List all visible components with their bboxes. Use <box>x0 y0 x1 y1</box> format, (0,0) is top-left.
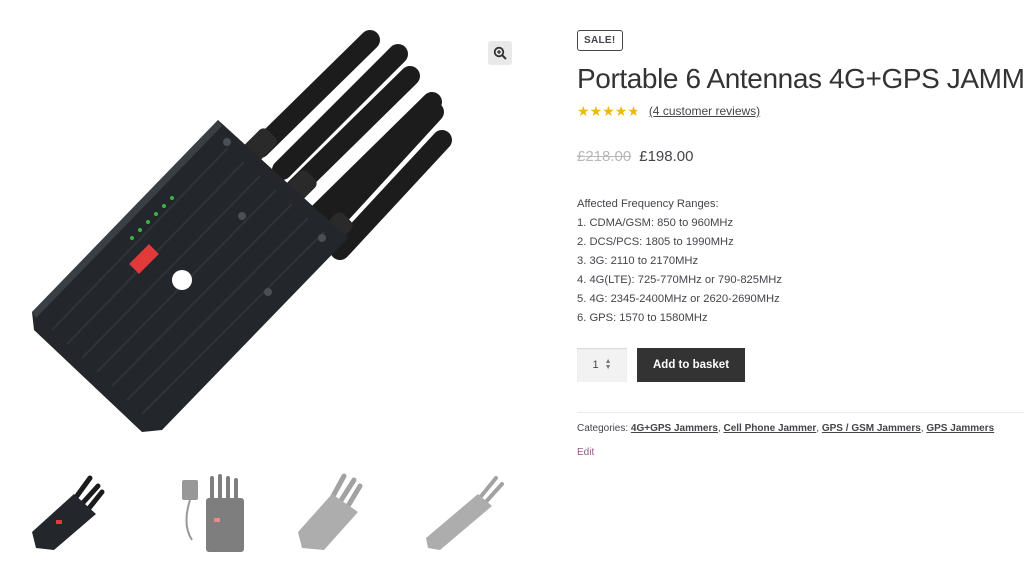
edit-link[interactable]: Edit <box>577 447 1024 458</box>
description-line: 4. 4G(LTE): 725-770MHz or 790-825MHz <box>577 274 782 286</box>
star-icon: ★ <box>627 103 640 119</box>
rating-row: ★ ★ ★ ★ ★ (4 customer reviews) <box>577 104 1024 118</box>
divider <box>577 412 1024 413</box>
sale-badge: SALE! <box>577 30 623 51</box>
star-icon: ★ <box>577 103 590 119</box>
description-line: 2. DCS/PCS: 1805 to 1990MHz <box>577 236 734 248</box>
categories-label: Categories: <box>577 423 631 434</box>
spinner-arrows-icon[interactable]: ▲ ▼ <box>605 358 612 371</box>
customer-reviews-link[interactable]: (4 customer reviews) <box>649 104 760 118</box>
category-link[interactable]: GPS Jammers <box>926 423 994 434</box>
category-link[interactable]: Cell Phone Jammer <box>723 423 816 434</box>
quantity-value: 1 <box>592 359 599 371</box>
description-line: 1. CDMA/GSM: 850 to 960MHz <box>577 217 734 229</box>
thumbnail-strip <box>22 470 522 555</box>
regular-price: £218.00 <box>577 148 632 165</box>
description-line: 6. GPS: 1570 to 1580MHz <box>577 312 708 324</box>
jammer-with-accessories-thumb[interactable] <box>152 470 262 555</box>
description-line: 3. 3G: 2110 to 2170MHz <box>577 255 699 267</box>
product-short-description: Affected Frequency Ranges: 1. CDMA/GSM: … <box>577 195 1024 328</box>
quantity-stepper[interactable]: 1 ▲ ▼ <box>577 348 627 382</box>
sale-price: £198.00 <box>639 148 694 165</box>
add-to-basket-button[interactable]: Add to basket <box>637 348 746 382</box>
jammer-illustration <box>32 30 452 432</box>
product-categories: Categories: 4G+GPS Jammers, Cell Phone J… <box>577 423 995 434</box>
star-icon: ★ <box>589 103 603 119</box>
magnifier-plus-icon <box>493 46 507 60</box>
jammer-front-thumb[interactable] <box>22 470 132 555</box>
description-line: 5. 4G: 2345-2400MHz or 2620-2690MHz <box>577 293 780 305</box>
star-icon: ★ <box>614 103 628 119</box>
category-link[interactable]: 4G+GPS Jammers <box>631 423 718 434</box>
star-rating: ★ ★ ★ ★ ★ <box>577 104 640 118</box>
category-link[interactable]: GPS / GSM Jammers <box>822 423 921 434</box>
product-title: Portable 6 Antennas 4G+GPS JAMMER <box>577 63 1024 94</box>
product-main-image[interactable] <box>22 30 522 460</box>
jammer-side-thumb[interactable] <box>412 470 522 555</box>
product-summary: SALE! Portable 6 Antennas 4G+GPS JAMMER … <box>577 30 1024 458</box>
star-icon: ★ <box>602 103 615 119</box>
price: £218.00 £198.00 <box>577 148 1024 165</box>
add-to-cart-form: 1 ▲ ▼ Add to basket <box>577 348 1024 382</box>
description-line: Affected Frequency Ranges: <box>577 198 719 210</box>
jammer-grey-thumb[interactable] <box>282 470 392 555</box>
zoom-button[interactable] <box>488 41 512 65</box>
